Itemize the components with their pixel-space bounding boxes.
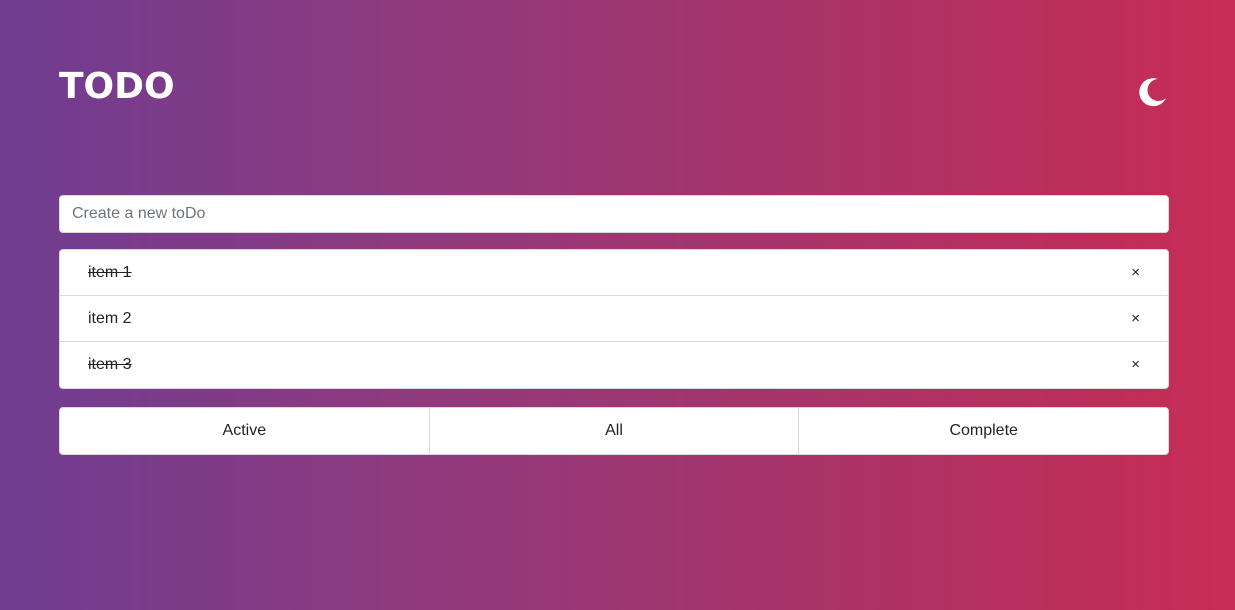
filter-all-button[interactable]: All (430, 408, 800, 454)
header: TODO (59, 66, 1169, 116)
todo-item[interactable]: item 3 × (60, 342, 1168, 388)
filter-complete-button[interactable]: Complete (799, 408, 1168, 454)
todo-item-text[interactable]: item 3 (88, 342, 132, 388)
todo-item-text[interactable]: item 2 (88, 296, 132, 342)
todo-list: item 1 × item 2 × item 3 × (59, 249, 1169, 389)
delete-todo-button[interactable]: × (1131, 342, 1140, 388)
theme-toggle-button[interactable] (1137, 76, 1169, 108)
moon-icon (1139, 78, 1166, 107)
delete-todo-button[interactable]: × (1131, 296, 1140, 342)
filter-bar: Active All Complete (59, 407, 1169, 455)
todo-item-text[interactable]: item 1 (88, 250, 132, 296)
todo-item[interactable]: item 1 × (60, 250, 1168, 296)
delete-todo-button[interactable]: × (1131, 250, 1140, 296)
new-todo-input[interactable] (59, 195, 1169, 233)
filter-active-button[interactable]: Active (60, 408, 430, 454)
page-title: TODO (59, 66, 175, 107)
todo-item[interactable]: item 2 × (60, 296, 1168, 342)
